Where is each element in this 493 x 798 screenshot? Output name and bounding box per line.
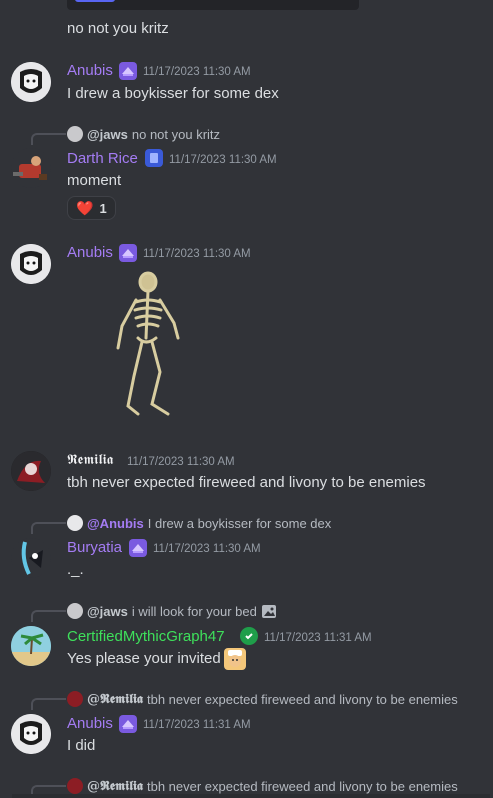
role-badge-icon	[145, 149, 163, 167]
reply-text: i will look for your bed	[131, 603, 257, 619]
scrollbar-hint[interactable]	[12, 794, 490, 798]
reply-text: I drew a boykisser for some dex	[147, 515, 332, 531]
reply-preview[interactable]: @Anubis I drew a boykisser for some dex	[67, 515, 331, 531]
username[interactable]: 𝕽𝖊𝖒𝖎𝖑𝖎𝖆	[67, 452, 113, 468]
reply-mention[interactable]: @𝕽𝖊𝖒𝖎𝖑𝖎𝖆	[87, 779, 143, 794]
reply-preview[interactable]: @jaws i will look for your bed	[67, 603, 276, 619]
heart-icon: ❤️	[76, 199, 94, 216]
reply-text: tbh never expected fireweed and livony t…	[146, 691, 458, 707]
reply-avatar	[67, 603, 83, 619]
message-text: no not you kritz	[67, 20, 169, 37]
message-text: I drew a boykisser for some dex	[67, 85, 279, 102]
user-avatar[interactable]	[11, 626, 51, 666]
timestamp: 11/17/2023 11:30 AM	[169, 154, 277, 166]
role-badge-icon	[129, 539, 147, 557]
message-text: moment	[67, 172, 122, 189]
reaction-count: 1	[99, 200, 107, 216]
reply-mention[interactable]: @𝕽𝖊𝖒𝖎𝖑𝖎𝖆	[87, 692, 143, 707]
message-text: Yes please your invited	[67, 650, 221, 667]
role-badge-icon	[119, 244, 137, 262]
reply-spine	[31, 610, 66, 622]
user-avatar[interactable]	[11, 244, 51, 284]
timestamp: 11/17/2023 11:30 AM	[143, 66, 251, 78]
reply-preview[interactable]: @𝕽𝖊𝖒𝖎𝖑𝖎𝖆 tbh never expected fireweed and…	[67, 778, 458, 794]
username[interactable]: Darth Rice	[67, 150, 138, 167]
username[interactable]: Anubis	[67, 244, 113, 261]
embed-button[interactable]	[75, 0, 115, 2]
role-badge-icon	[119, 715, 137, 733]
image-icon	[261, 604, 276, 618]
reply-text: no not you kritz	[131, 126, 221, 142]
username[interactable]: Anubis	[67, 715, 113, 732]
reply-avatar	[67, 691, 83, 707]
reply-preview[interactable]: @𝕽𝖊𝖒𝖎𝖑𝖎𝖆 tbh never expected fireweed and…	[67, 691, 458, 707]
message-text: tbh never expected fireweed and livony t…	[67, 474, 426, 491]
role-badge-icon	[119, 62, 137, 80]
reply-preview[interactable]: @jaws no not you kritz	[67, 126, 220, 142]
username[interactable]: CertifiedMythicGraph47	[67, 628, 225, 645]
message-text: ._.	[67, 561, 84, 578]
reply-spine	[31, 698, 66, 710]
user-avatar[interactable]	[11, 148, 51, 188]
reply-avatar	[67, 778, 83, 794]
user-avatar[interactable]	[11, 538, 51, 578]
reply-avatar	[67, 126, 83, 142]
embed-fragment	[67, 0, 359, 10]
skeleton-image[interactable]	[108, 268, 188, 420]
timestamp: 11/17/2023 11:30 AM	[143, 248, 251, 260]
reply-spine	[31, 522, 66, 534]
reply-mention[interactable]: @jaws	[87, 127, 128, 142]
timestamp: 11/17/2023 11:31 AM	[264, 632, 372, 644]
timestamp: 11/17/2023 11:30 AM	[127, 456, 235, 468]
message-text: I did	[67, 737, 96, 754]
reply-spine	[31, 133, 66, 145]
reply-text: tbh never expected fireweed and livony t…	[146, 778, 458, 794]
role-badge-icon	[240, 627, 258, 645]
reply-mention[interactable]: @jaws	[87, 604, 128, 619]
timestamp: 11/17/2023 11:30 AM	[153, 543, 261, 555]
reply-mention[interactable]: @Anubis	[87, 516, 144, 531]
username[interactable]: Anubis	[67, 62, 113, 79]
timestamp: 11/17/2023 11:31 AM	[143, 719, 251, 731]
username[interactable]: Buryatia	[67, 539, 122, 556]
reply-avatar	[67, 515, 83, 531]
reaction-chip[interactable]: ❤️ 1	[67, 196, 116, 220]
user-avatar[interactable]	[11, 62, 51, 102]
emoji-icon	[224, 648, 246, 670]
user-avatar[interactable]	[11, 714, 51, 754]
user-avatar[interactable]	[11, 451, 51, 491]
